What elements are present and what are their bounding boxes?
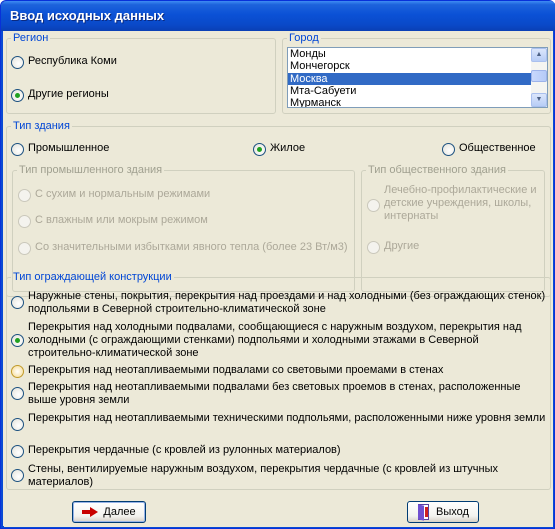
radio-label: Перекрытия над неотапливаемыми техническ… <box>28 412 546 424</box>
window-title: Ввод исходных данных <box>10 8 165 23</box>
scroll-up-icon[interactable]: ▲ <box>531 48 547 62</box>
radio-label: Лечебно-профилактические и детские учреж… <box>384 184 537 222</box>
radio-label: Со значительными избытками явного тепла … <box>35 241 348 253</box>
radio-building-residential[interactable]: Жилое <box>253 142 305 156</box>
city-list-item[interactable]: Мончегорск <box>288 60 547 72</box>
radio-label: Промышленное <box>28 142 110 154</box>
next-button-label: Далее <box>103 506 136 518</box>
enclosure-type-legend: Тип ограждающей конструкции <box>13 271 172 283</box>
public-type-legend: Тип общественного здания <box>368 164 506 176</box>
city-legend: Город <box>289 32 319 44</box>
scroll-down-icon[interactable]: ▼ <box>531 93 547 107</box>
radio-button-circle <box>367 199 380 212</box>
radio-enclosure-5[interactable]: Перекрытия над неотапливаемыми техническ… <box>11 412 546 431</box>
radio-industrial-dry: С сухим и нормальным режимами <box>18 188 210 202</box>
building-type-legend: Тип здания <box>13 120 70 132</box>
city-list-item[interactable]: Монды <box>288 48 547 60</box>
radio-label: С сухим и нормальным режимами <box>35 188 211 200</box>
radio-button-circle[interactable] <box>442 143 455 156</box>
radio-button-circle[interactable] <box>11 445 24 458</box>
city-list-item[interactable]: Мта-Сабуети <box>288 85 547 97</box>
radio-label: Перекрытия над неотапливаемыми подвалами… <box>28 381 521 406</box>
exit-door-icon <box>417 504 431 521</box>
radio-button-circle[interactable] <box>11 56 24 69</box>
radio-label: Жилое <box>270 142 306 154</box>
radio-label: С влажным или мокрым режимом <box>35 214 208 226</box>
radio-label: Наружные стены, покрытия, перекрытия над… <box>28 290 546 315</box>
region-legend: Регион <box>13 32 49 44</box>
radio-industrial-heat: Со значительными избытками явного тепла … <box>18 241 348 255</box>
radio-enclosure-7[interactable]: Стены, вентилируемые наружным воздухом, … <box>11 463 546 489</box>
radio-label: Республика Коми <box>28 55 117 67</box>
radio-label: Общественное <box>459 142 536 154</box>
radio-industrial-wet: С влажным или мокрым режимом <box>18 214 208 228</box>
radio-button-circle[interactable] <box>11 89 24 102</box>
radio-button-circle[interactable] <box>11 418 24 431</box>
radio-button-circle <box>18 242 31 255</box>
radio-button-circle[interactable] <box>253 143 266 156</box>
scroll-thumb[interactable] <box>531 70 547 82</box>
radio-building-public[interactable]: Общественное <box>442 142 536 156</box>
radio-button-circle <box>367 241 380 254</box>
city-list-item[interactable]: Мурманск <box>288 97 547 107</box>
city-scrollbar[interactable]: ▲ ▼ <box>531 48 547 107</box>
radio-label: Перекрытия над неотапливаемыми подвалами… <box>28 364 444 376</box>
radio-button-circle[interactable] <box>11 296 24 309</box>
radio-building-industrial[interactable]: Промышленное <box>11 142 109 156</box>
radio-public-medical: Лечебно-профилактические и детские учреж… <box>367 184 539 223</box>
dialog-window: Ввод исходных данных Регион Республика К… <box>0 0 555 529</box>
radio-button-circle[interactable] <box>11 334 24 347</box>
radio-label: Перекрытия чердачные (с кровлей из рулон… <box>28 444 341 456</box>
title-bar[interactable]: Ввод исходных данных <box>1 1 555 31</box>
radio-label: Другие <box>384 240 420 252</box>
radio-button-circle <box>18 189 31 202</box>
radio-button-circle[interactable] <box>11 365 24 378</box>
radio-button-circle <box>18 215 31 228</box>
city-list-item-selected[interactable]: Москва <box>288 72 547 85</box>
radio-enclosure-2[interactable]: Перекрытия над холодными подвалами, сооб… <box>11 321 546 360</box>
radio-enclosure-1[interactable]: Наружные стены, покрытия, перекрытия над… <box>11 290 546 316</box>
radio-enclosure-3[interactable]: Перекрытия над неотапливаемыми подвалами… <box>11 364 546 378</box>
exit-button[interactable]: Выход <box>407 501 479 523</box>
radio-enclosure-4[interactable]: Перекрытия над неотапливаемыми подвалами… <box>11 381 546 407</box>
next-button[interactable]: Далее <box>72 501 146 523</box>
radio-enclosure-6[interactable]: Перекрытия чердачные (с кровлей из рулон… <box>11 444 546 458</box>
dialog-client-area: Регион Республика Коми Другие регионы Го… <box>4 31 553 527</box>
radio-button-circle[interactable] <box>11 143 24 156</box>
radio-button-circle[interactable] <box>11 469 24 482</box>
radio-public-other: Другие <box>367 240 419 254</box>
radio-region-other[interactable]: Другие регионы <box>11 88 109 102</box>
city-listbox[interactable]: Монды Мончегорск Москва Мта-Сабуети Мурм… <box>287 47 548 108</box>
arrow-right-icon <box>82 507 99 517</box>
exit-button-label: Выход <box>436 506 469 518</box>
radio-region-komi[interactable]: Республика Коми <box>11 55 117 69</box>
radio-button-circle[interactable] <box>11 387 24 400</box>
radio-label: Другие регионы <box>28 88 109 100</box>
industrial-type-legend: Тип промышленного здания <box>19 164 163 176</box>
radio-label: Стены, вентилируемые наружным воздухом, … <box>28 463 499 488</box>
radio-label: Перекрытия над холодными подвалами, сооб… <box>28 321 522 359</box>
